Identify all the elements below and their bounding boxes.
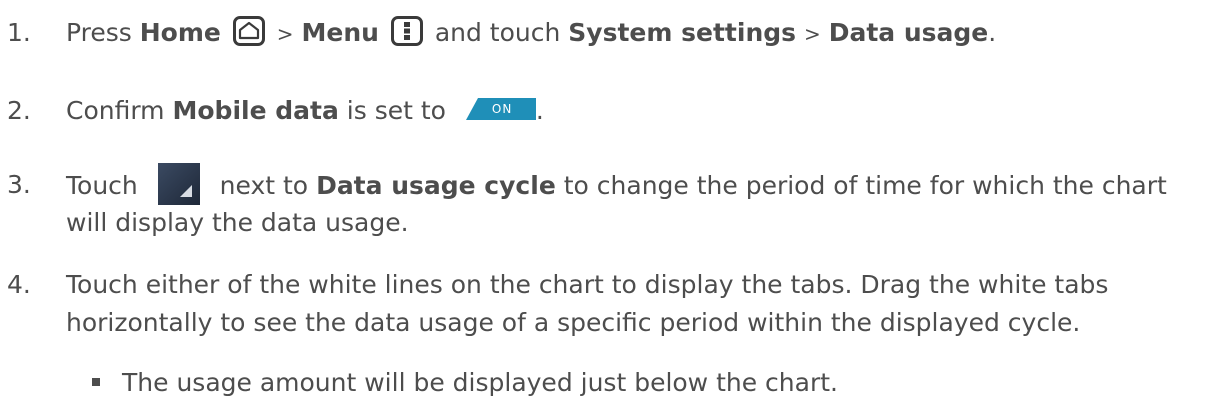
- home-label: Home: [139, 18, 221, 47]
- step-text: Confirm Mobile data is set to ON .: [66, 96, 544, 125]
- data-usage-cycle-label: Data usage cycle: [316, 171, 556, 200]
- home-key-icon: [232, 16, 265, 46]
- step-text: Press Home > Menu and touch System setti…: [66, 16, 997, 47]
- step-number: 4.: [7, 270, 31, 299]
- dropdown-spinner-icon: [157, 163, 200, 205]
- on-toggle-icon: ON: [465, 98, 536, 120]
- step-number: 2.: [7, 96, 31, 125]
- step-text: Touch either of the white lines on the c…: [66, 270, 1109, 299]
- menu-label: Menu: [301, 18, 379, 47]
- bullet-marker: [92, 378, 100, 386]
- bullet-text: The usage amount will be displayed just …: [122, 368, 838, 397]
- step-number: 3.: [7, 170, 31, 199]
- menu-key-icon: [390, 16, 423, 46]
- toggle-label: ON: [491, 102, 513, 116]
- system-settings-label: System settings: [568, 18, 797, 47]
- step-number: 1.: [7, 18, 31, 47]
- mobile-data-label: Mobile data: [172, 96, 339, 125]
- step-text: Touch next to Data usage cycle to change…: [66, 163, 1167, 208]
- data-usage-label: Data usage: [828, 18, 989, 47]
- step-text: horizontally to see the data usage of a …: [66, 308, 1081, 337]
- step-text: will display the data usage.: [66, 208, 409, 237]
